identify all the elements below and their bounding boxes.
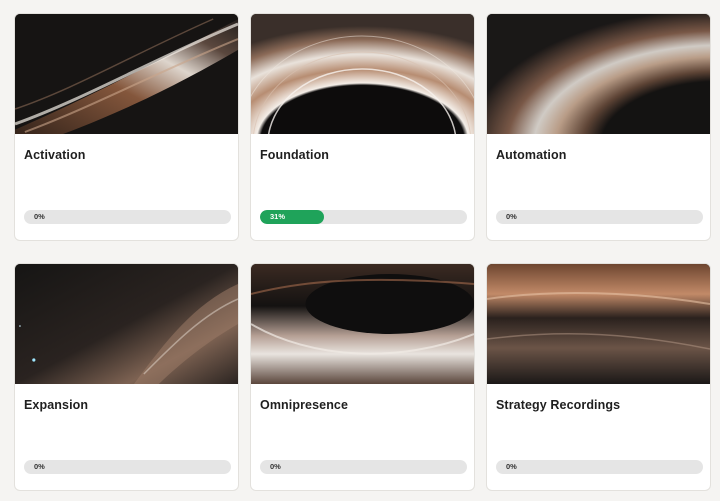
course-grid: Activation 0% Foundation 31% Automation …: [14, 13, 711, 491]
course-thumbnail[interactable]: [487, 14, 710, 134]
progress-label: 0%: [34, 212, 45, 221]
progress-bar: 31%: [260, 210, 467, 224]
course-card-foundation[interactable]: Foundation 31%: [250, 13, 475, 241]
course-card-omnipresence[interactable]: Omnipresence 0%: [250, 263, 475, 491]
course-title[interactable]: Omnipresence: [260, 398, 348, 412]
black-hole-image: [487, 264, 710, 384]
progress-label: 31%: [270, 212, 286, 221]
progress-label: 0%: [34, 462, 45, 471]
course-title[interactable]: Automation: [496, 148, 566, 162]
course-thumbnail[interactable]: [487, 264, 710, 384]
course-thumbnail[interactable]: [15, 264, 238, 384]
course-thumbnail[interactable]: [251, 264, 474, 384]
black-hole-image: [15, 14, 238, 134]
black-hole-image: [15, 264, 238, 384]
black-hole-image: [251, 14, 474, 134]
progress-label: 0%: [506, 212, 517, 221]
course-thumbnail[interactable]: [251, 14, 474, 134]
course-card-strategy-recordings[interactable]: Strategy Recordings 0%: [486, 263, 711, 491]
progress-bar: 0%: [260, 460, 467, 474]
course-card-automation[interactable]: Automation 0%: [486, 13, 711, 241]
progress-label: 0%: [506, 462, 517, 471]
black-hole-image: [251, 264, 474, 384]
course-title[interactable]: Activation: [24, 148, 85, 162]
progress-bar: 0%: [496, 460, 703, 474]
course-thumbnail[interactable]: [15, 14, 238, 134]
progress-bar: 0%: [24, 210, 231, 224]
course-card-expansion[interactable]: Expansion 0%: [14, 263, 239, 491]
course-card-activation[interactable]: Activation 0%: [14, 13, 239, 241]
black-hole-image: [487, 14, 710, 134]
progress-bar: 0%: [24, 460, 231, 474]
course-title[interactable]: Foundation: [260, 148, 329, 162]
progress-bar: 0%: [496, 210, 703, 224]
course-title[interactable]: Strategy Recordings: [496, 398, 620, 412]
course-title[interactable]: Expansion: [24, 398, 88, 412]
progress-label: 0%: [270, 462, 281, 471]
